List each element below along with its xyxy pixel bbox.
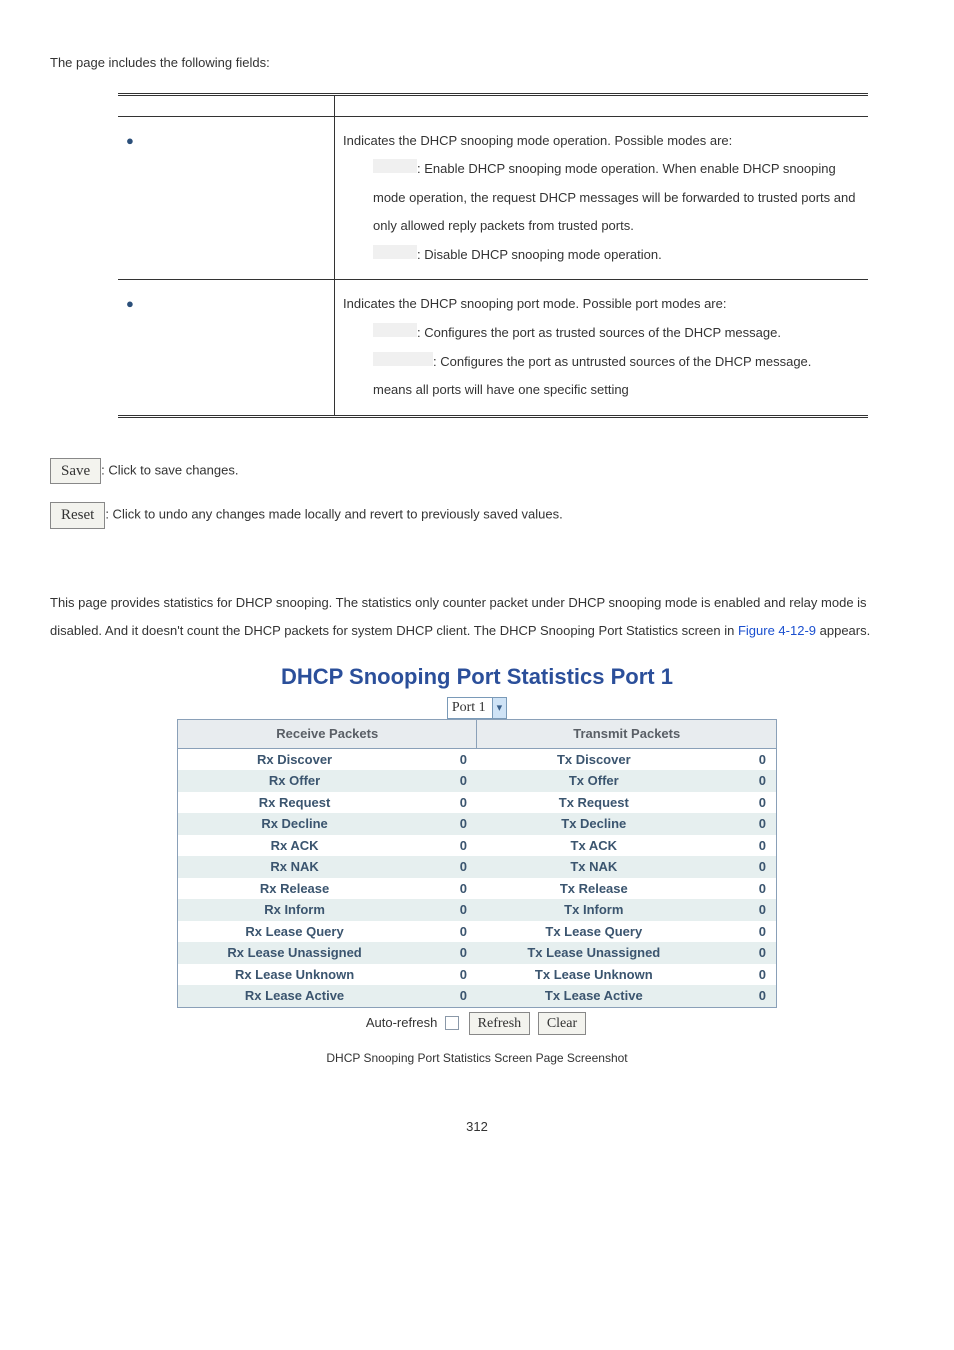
stats-heading: DHCP Snooping Port Statistics Port 1 xyxy=(50,660,904,693)
rx-label: Rx Inform xyxy=(178,899,412,921)
rx-label: Rx Lease Unassigned xyxy=(178,942,412,964)
figure-caption: DHCP Snooping Port Statistics Screen Pag… xyxy=(50,1049,904,1067)
rx-label: Rx Release xyxy=(178,878,412,900)
refresh-button[interactable]: Refresh xyxy=(469,1012,531,1035)
tx-label: Tx Request xyxy=(477,792,711,814)
bullet-icon: ● xyxy=(126,133,152,148)
tx-label: Tx Discover xyxy=(477,748,711,770)
mode-enabled-text: : Enable DHCP snooping mode operation. W… xyxy=(373,161,855,233)
mode-badge xyxy=(373,352,433,366)
tx-label: Tx Lease Unknown xyxy=(477,964,711,986)
tx-label: Tx Lease Active xyxy=(477,985,711,1007)
rx-value: 0 xyxy=(411,748,477,770)
rx-label: Rx ACK xyxy=(178,835,412,857)
tx-value: 0 xyxy=(711,813,777,835)
rx-value: 0 xyxy=(411,856,477,878)
tx-label: Tx ACK xyxy=(477,835,711,857)
rx-value: 0 xyxy=(411,899,477,921)
port-select[interactable]: Port 1▾ xyxy=(447,697,507,719)
reset-desc: : Click to undo any changes made locally… xyxy=(105,507,562,522)
rx-label: Rx Lease Unknown xyxy=(178,964,412,986)
rx-label: Rx Lease Active xyxy=(178,985,412,1007)
fields-header-object xyxy=(118,94,335,116)
rx-label: Rx Decline xyxy=(178,813,412,835)
section-text2: appears. xyxy=(816,623,870,638)
mode-trusted-text: : Configures the port as trusted sources… xyxy=(417,325,781,340)
table-row: Rx Offer0Tx Offer0 xyxy=(178,770,777,792)
table-row: Rx Inform0Tx Inform0 xyxy=(178,899,777,921)
tx-value: 0 xyxy=(711,770,777,792)
tx-value: 0 xyxy=(711,985,777,1007)
mode-badge xyxy=(373,245,417,259)
table-row: Rx Request0Tx Request0 xyxy=(178,792,777,814)
table-row: Rx Discover0Tx Discover0 xyxy=(178,748,777,770)
bullet-icon: ● xyxy=(126,296,152,311)
rx-value: 0 xyxy=(411,770,477,792)
rx-label: Rx NAK xyxy=(178,856,412,878)
table-row: Rx Lease Unassigned0Tx Lease Unassigned0 xyxy=(178,942,777,964)
rx-value: 0 xyxy=(411,942,477,964)
rx-value: 0 xyxy=(411,835,477,857)
tx-label: Tx Lease Unassigned xyxy=(477,942,711,964)
tx-value: 0 xyxy=(711,921,777,943)
rx-value: 0 xyxy=(411,921,477,943)
tx-label: Tx Decline xyxy=(477,813,711,835)
tx-value: 0 xyxy=(711,856,777,878)
clear-button[interactable]: Clear xyxy=(538,1012,586,1035)
field-desc-intro: Indicates the DHCP snooping mode operati… xyxy=(343,133,732,148)
table-row: Rx NAK0Tx NAK0 xyxy=(178,856,777,878)
mode-disabled-text: : Disable DHCP snooping mode operation. xyxy=(417,247,662,262)
figure-link[interactable]: Figure 4-12-9 xyxy=(738,623,816,638)
tx-value: 0 xyxy=(711,748,777,770)
tx-label: Tx NAK xyxy=(477,856,711,878)
intro-text: The page includes the following fields: xyxy=(50,53,904,73)
auto-refresh-label: Auto-refresh xyxy=(366,1014,438,1029)
port-select-value: Port 1 xyxy=(448,698,492,718)
tx-label: Tx Offer xyxy=(477,770,711,792)
rx-header: Receive Packets xyxy=(178,720,477,749)
tx-label: Tx Inform xyxy=(477,899,711,921)
section-paragraph: This page provides statistics for DHCP s… xyxy=(50,589,904,646)
tx-value: 0 xyxy=(711,878,777,900)
auto-refresh-checkbox[interactable] xyxy=(445,1016,459,1030)
fields-table: ● Indicates the DHCP snooping mode opera… xyxy=(118,93,868,418)
rx-value: 0 xyxy=(411,813,477,835)
tx-value: 0 xyxy=(711,835,777,857)
tx-value: 0 xyxy=(711,942,777,964)
rx-value: 0 xyxy=(411,985,477,1007)
table-row: Rx Lease Unknown0Tx Lease Unknown0 xyxy=(178,964,777,986)
stats-table: Receive Packets Transmit Packets Rx Disc… xyxy=(177,719,777,1008)
mode-badge xyxy=(373,159,417,173)
rx-label: Rx Request xyxy=(178,792,412,814)
field-desc-intro: Indicates the DHCP snooping port mode. P… xyxy=(343,296,726,311)
chevron-down-icon: ▾ xyxy=(492,698,507,718)
page-number: 312 xyxy=(50,1117,904,1137)
tx-header: Transmit Packets xyxy=(477,720,777,749)
table-row: ● Indicates the DHCP snooping mode opera… xyxy=(118,116,868,280)
trail-text: means all ports will have one specific s… xyxy=(343,382,629,397)
mode-untrusted-text: : Configures the port as untrusted sourc… xyxy=(433,354,811,369)
table-row: Rx Lease Active0Tx Lease Active0 xyxy=(178,985,777,1007)
table-row: ● Indicates the DHCP snooping port mode.… xyxy=(118,280,868,416)
save-button[interactable]: Save xyxy=(50,458,101,485)
rx-value: 0 xyxy=(411,792,477,814)
rx-label: Rx Discover xyxy=(178,748,412,770)
fields-header-desc xyxy=(335,94,869,116)
rx-label: Rx Lease Query xyxy=(178,921,412,943)
rx-value: 0 xyxy=(411,964,477,986)
reset-button[interactable]: Reset xyxy=(50,502,105,529)
rx-label: Rx Offer xyxy=(178,770,412,792)
table-row: Rx Release0Tx Release0 xyxy=(178,878,777,900)
tx-label: Tx Release xyxy=(477,878,711,900)
save-desc: : Click to save changes. xyxy=(101,463,238,478)
rx-value: 0 xyxy=(411,878,477,900)
mode-badge xyxy=(373,323,417,337)
table-row: Rx Lease Query0Tx Lease Query0 xyxy=(178,921,777,943)
table-row: Rx ACK0Tx ACK0 xyxy=(178,835,777,857)
tx-value: 0 xyxy=(711,899,777,921)
table-row: Rx Decline0Tx Decline0 xyxy=(178,813,777,835)
tx-label: Tx Lease Query xyxy=(477,921,711,943)
tx-value: 0 xyxy=(711,964,777,986)
tx-value: 0 xyxy=(711,792,777,814)
